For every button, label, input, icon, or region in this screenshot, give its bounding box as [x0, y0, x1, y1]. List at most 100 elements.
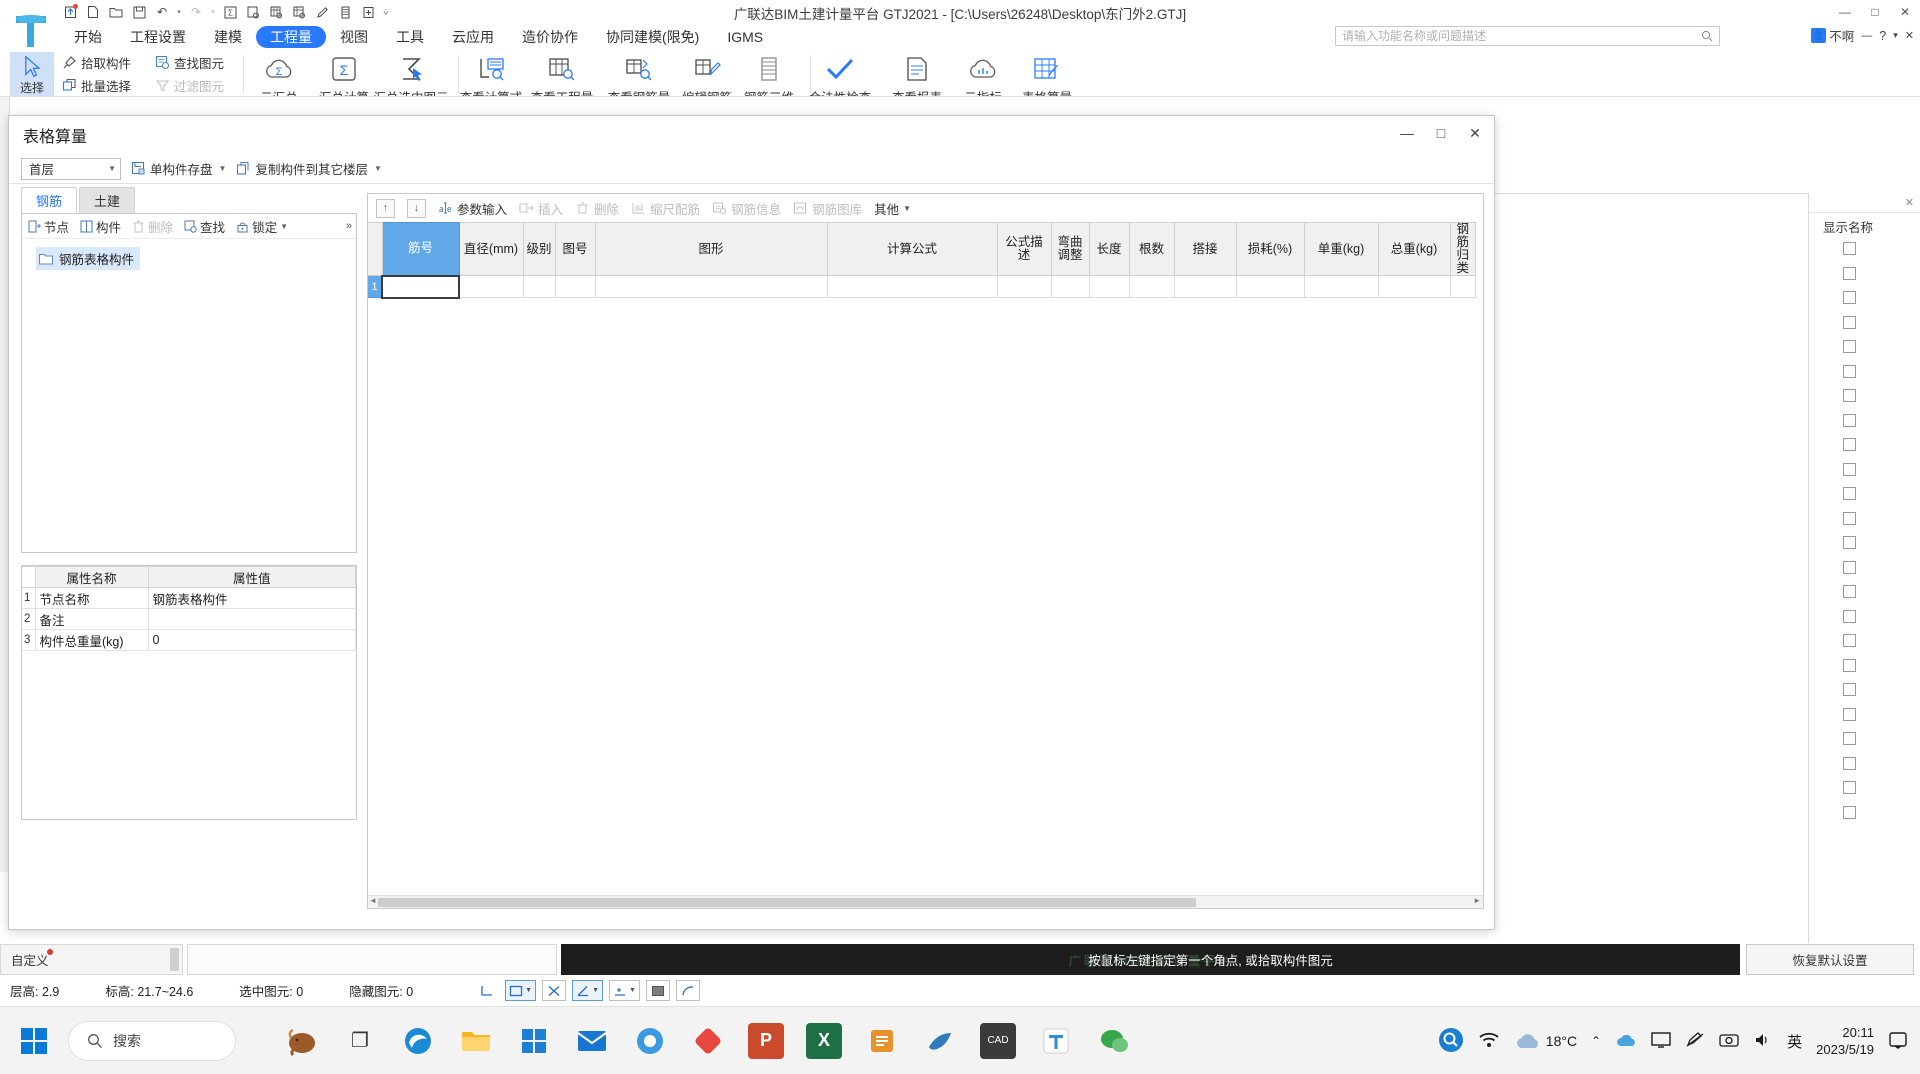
component-tree[interactable]: 钢筋表格构件: [22, 239, 356, 270]
copy-component-button[interactable]: 复制构件到其它楼层 ▼: [236, 159, 382, 178]
tab-civil[interactable]: 土建: [79, 187, 136, 213]
column-header-length[interactable]: 长度: [1088, 222, 1130, 276]
close-icon[interactable]: ✕: [1905, 29, 1914, 42]
excel-icon[interactable]: X: [806, 1022, 842, 1059]
notes-icon[interactable]: [864, 1023, 900, 1059]
ribbon-view-quantity[interactable]: 查看工程量: [527, 52, 597, 96]
pen-slash-icon[interactable]: [1685, 1031, 1705, 1051]
display-name-checkbox[interactable]: [1843, 364, 1856, 378]
store-icon[interactable]: [516, 1023, 552, 1059]
undo-dropdown-icon[interactable]: ▾: [175, 3, 183, 21]
table-row[interactable]: 2 备注: [22, 608, 356, 630]
arc-icon[interactable]: [675, 980, 700, 1001]
custom-panel[interactable]: 自定义: [0, 944, 183, 975]
grid-search-icon[interactable]: [266, 3, 286, 21]
cell-rebar-category[interactable]: [1449, 275, 1476, 298]
cloud-sync-icon[interactable]: [1615, 1032, 1637, 1051]
powerpoint-icon[interactable]: P: [748, 1022, 784, 1059]
cell-rebar-no[interactable]: [381, 274, 460, 299]
add-component-button[interactable]: 构件: [80, 217, 121, 236]
menu-item-quantity[interactable]: 工程量: [256, 26, 326, 48]
dialog-tabs[interactable]: 钢筋 土建: [21, 187, 359, 213]
cell-total-weight[interactable]: [1377, 275, 1451, 298]
cell-length[interactable]: [1088, 275, 1130, 298]
find-node-button[interactable]: 查找: [184, 217, 225, 236]
screenshot-icon[interactable]: [1719, 1032, 1739, 1051]
window-controls[interactable]: — □ ✕: [1830, 0, 1920, 24]
menu-item-cloud-apps[interactable]: 云应用: [438, 26, 508, 48]
column-header-loss[interactable]: 损耗(%): [1235, 222, 1305, 276]
property-value[interactable]: [147, 608, 356, 630]
mammoth-icon[interactable]: [284, 1023, 320, 1059]
cell-diameter[interactable]: [458, 275, 524, 298]
ribbon-sum-calc[interactable]: Σ 汇总计算: [313, 52, 375, 96]
menu-item-modeling[interactable]: 建模: [200, 26, 256, 48]
monitor-icon[interactable]: [1651, 1031, 1671, 1051]
cell-count[interactable]: [1128, 275, 1175, 298]
window-minimize-icon[interactable]: —: [1861, 30, 1872, 42]
menu-item-collaborative-modeling[interactable]: 协同建模(限免): [592, 26, 713, 48]
property-value[interactable]: 0: [147, 629, 356, 651]
cell-figure-no[interactable]: [554, 275, 596, 298]
cad-icon[interactable]: CAD: [980, 1022, 1016, 1059]
display-name-checkbox[interactable]: [1843, 683, 1856, 696]
sum-icon[interactable]: Σ: [220, 3, 240, 21]
image-icon[interactable]: [645, 980, 670, 1001]
display-name-checkbox[interactable]: [1843, 462, 1856, 476]
column-header-diameter[interactable]: 直径(mm): [458, 222, 524, 276]
move-down-icon[interactable]: ↓: [407, 198, 426, 218]
parameter-input-button[interactable]: ae 参数输入: [438, 199, 507, 218]
display-name-checkbox[interactable]: [1843, 560, 1856, 574]
custom-panel-scrollbar[interactable]: [170, 948, 179, 971]
toolbar-overflow-icon[interactable]: »: [346, 220, 352, 232]
ribbon-cloud-sum[interactable]: Σ 云汇总: [248, 52, 310, 96]
tray-expand-icon[interactable]: ⌃: [1591, 1034, 1601, 1048]
user-account[interactable]: 👤 不啊: [1811, 26, 1854, 45]
table-row[interactable]: 3 构件总重量(kg) 0: [22, 629, 356, 651]
cell-grade[interactable]: [522, 275, 556, 298]
column-header-bend-adjust[interactable]: 弯曲调整: [1050, 222, 1090, 276]
column-header-figure-no[interactable]: 图号: [554, 222, 596, 276]
cell-formula-desc[interactable]: [996, 275, 1052, 298]
x-icon[interactable]: [542, 980, 567, 1001]
display-name-checkbox[interactable]: [1843, 634, 1856, 647]
cell-shape[interactable]: [594, 275, 828, 298]
undo-icon[interactable]: ↶: [152, 3, 172, 21]
table-row[interactable]: 1 节点名称 钢筋表格构件: [22, 587, 356, 609]
taskbar-search-box[interactable]: 搜索: [68, 1020, 236, 1061]
dialog-window-controls[interactable]: — □ ✕: [1390, 116, 1492, 150]
taskbar-app-icons[interactable]: ❐ P X CAD: [284, 1022, 1132, 1059]
column-header-total-weight[interactable]: 总重(kg): [1377, 222, 1451, 276]
tree-item-rebar-table-component[interactable]: 钢筋表格构件: [36, 247, 141, 270]
scroll-left-icon[interactable]: ◄: [369, 896, 377, 905]
edge-icon[interactable]: [400, 1023, 436, 1059]
display-name-checkbox[interactable]: [1843, 707, 1856, 721]
ribbon-table-calc[interactable]: 表格算量: [1014, 52, 1080, 96]
display-name-checkbox[interactable]: [1843, 732, 1856, 745]
column-header-rebar-category[interactable]: 钢筋归类: [1449, 222, 1476, 276]
display-name-checkbox[interactable]: [1843, 340, 1856, 353]
display-name-checkbox[interactable]: [1843, 609, 1856, 623]
chevron-down-icon[interactable]: ▾: [1893, 30, 1898, 41]
angle-icon[interactable]: ▼: [572, 980, 604, 1001]
ribbon-validate[interactable]: 合法性检查: [805, 52, 875, 96]
ribbon-cloud-index[interactable]: 云指标: [952, 52, 1014, 96]
display-name-checkbox[interactable]: [1843, 536, 1856, 549]
drawing-tools[interactable]: ▼ ▼ ▼: [475, 980, 700, 1001]
grid-horizontal-scrollbar[interactable]: ◄ ►: [368, 895, 1483, 908]
column-header-rebar-no[interactable]: 筋号: [381, 222, 460, 276]
ribbon-rebar-3d[interactable]: 钢筋三维: [737, 52, 801, 96]
ribbon-edit-rebar[interactable]: 编辑钢筋: [675, 52, 739, 96]
feature-search-input[interactable]: [1342, 29, 1701, 43]
notifications-icon[interactable]: [1888, 1031, 1908, 1052]
dolphin-icon[interactable]: [922, 1023, 958, 1059]
column-header-formula-desc[interactable]: 公式描述: [996, 222, 1052, 276]
display-name-checkbox[interactable]: [1843, 242, 1856, 255]
chevron-down-icon[interactable]: ▼: [592, 987, 599, 994]
report-search-icon[interactable]: [243, 3, 263, 21]
add-box-icon[interactable]: [358, 3, 378, 21]
column-header-unit-weight[interactable]: 单重(kg): [1303, 222, 1379, 276]
display-name-checkbox[interactable]: [1843, 585, 1856, 598]
other-menu-button[interactable]: 其他 ▼: [874, 199, 911, 218]
chevron-down-icon[interactable]: ▼: [903, 204, 911, 213]
